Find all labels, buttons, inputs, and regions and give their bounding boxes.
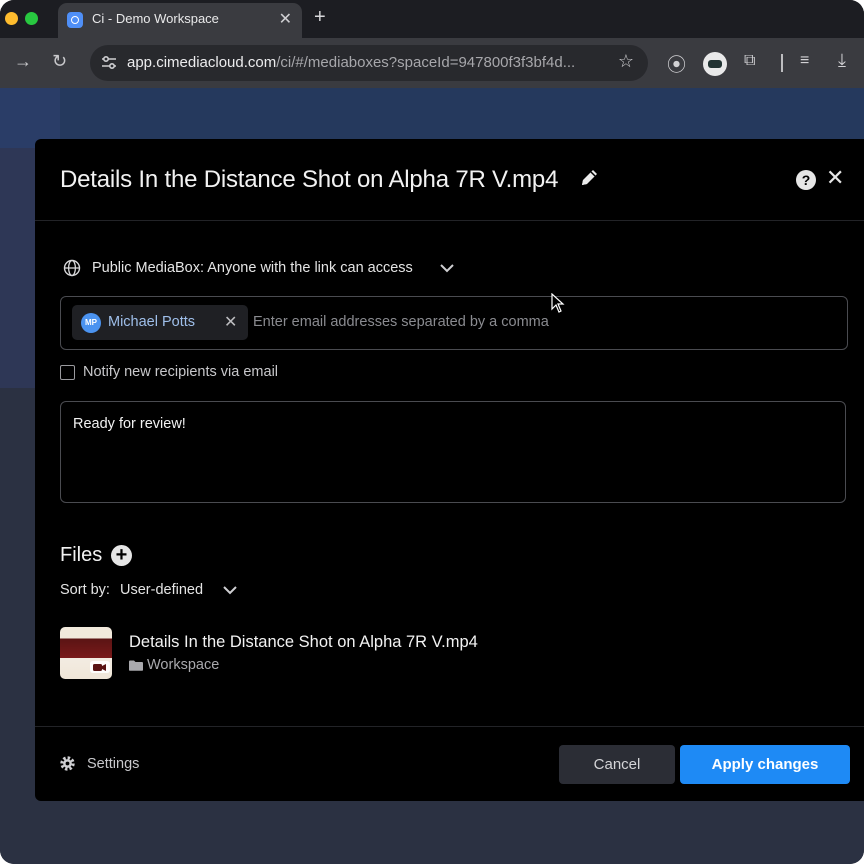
notify-label: Notify new recipients via email <box>83 364 279 380</box>
maximize-window-button[interactable] <box>25 12 38 25</box>
url-host: app.cimediacloud.com <box>127 54 277 71</box>
address-bar[interactable]: app.cimediacloud.com/ci/#/mediaboxes?spa… <box>90 45 648 81</box>
download-icon[interactable]: ⤓ <box>838 50 846 71</box>
reading-list-icon[interactable]: ≡ <box>800 52 809 70</box>
help-icon[interactable]: ? <box>796 170 816 190</box>
tab-close-icon[interactable]: ✕ <box>279 9 292 29</box>
sort-label: Sort by: <box>60 582 110 598</box>
message-field[interactable]: Ready for review! <box>60 401 846 503</box>
mediabox-details-dialog: Details In the Distance Shot on Alpha 7R… <box>35 139 864 801</box>
files-heading: Files <box>60 544 103 566</box>
remove-recipient-icon[interactable]: ✕ <box>224 312 237 332</box>
forward-arrow-icon[interactable]: → <box>14 51 32 72</box>
url-path: /ci/#/mediaboxes?spaceId=947800f3f3bf4d.… <box>276 54 576 71</box>
site-settings-icon[interactable] <box>100 54 118 72</box>
browser-toolbar: → ↻ app.cimediacloud.com/ci/#/mediaboxes… <box>0 38 864 88</box>
profile-avatar-icon[interactable] <box>703 52 727 76</box>
apply-changes-button[interactable]: Apply changes <box>680 745 850 784</box>
recipient-name: Michael Potts <box>108 314 196 330</box>
tab-title: Ci - Demo Workspace <box>92 11 219 26</box>
globe-icon <box>63 259 81 277</box>
extension-g-icon[interactable]: ⦿ <box>667 50 686 77</box>
mouse-pointer-icon <box>551 293 565 313</box>
minimize-window-button[interactable] <box>5 12 18 25</box>
reload-icon[interactable]: ↻ <box>52 51 67 72</box>
site-favicon-icon <box>67 12 83 28</box>
extensions-puzzle-icon[interactable]: ⧉ <box>744 52 755 70</box>
sort-chevron-down-icon[interactable] <box>222 583 238 597</box>
file-name[interactable]: Details In the Distance Shot on Alpha 7R… <box>129 633 478 652</box>
add-file-icon[interactable]: + <box>111 545 132 566</box>
sort-dropdown[interactable]: User-defined <box>120 582 203 598</box>
edit-pencil-icon[interactable] <box>578 167 600 189</box>
cancel-button[interactable]: Cancel <box>559 745 675 784</box>
close-icon[interactable]: ✕ <box>826 165 844 191</box>
bookmark-star-icon[interactable]: ☆ <box>618 51 634 72</box>
toolbar-divider <box>781 54 783 72</box>
settings-label: Settings <box>87 756 140 772</box>
tab-strip: Ci - Demo Workspace ✕ + <box>0 0 864 38</box>
browser-window: Ci - Demo Workspace ✕ + → ↻ app.cimediac… <box>0 0 864 864</box>
header-divider <box>35 220 864 221</box>
access-label: Public MediaBox: Anyone with the link ca… <box>92 260 413 276</box>
gear-icon <box>60 756 75 771</box>
folder-name: Workspace <box>147 657 220 673</box>
dialog-title: Details In the Distance Shot on Alpha 7R… <box>60 166 559 193</box>
browser-tab[interactable]: Ci - Demo Workspace ✕ <box>58 3 302 38</box>
folder-icon <box>129 660 143 671</box>
chevron-down-icon <box>440 264 454 273</box>
footer-divider <box>35 726 864 727</box>
recipient-chip: MP Michael Potts ✕ <box>72 305 248 340</box>
notify-checkbox[interactable] <box>60 365 75 380</box>
email-input[interactable] <box>253 312 833 332</box>
avatar: MP <box>81 313 101 333</box>
video-camera-icon <box>90 661 110 673</box>
file-thumbnail[interactable] <box>60 627 112 679</box>
recipients-field[interactable]: MP Michael Potts ✕ <box>60 296 848 350</box>
url-text: app.cimediacloud.com/ci/#/mediaboxes?spa… <box>127 54 575 71</box>
new-tab-icon[interactable]: + <box>314 6 326 29</box>
